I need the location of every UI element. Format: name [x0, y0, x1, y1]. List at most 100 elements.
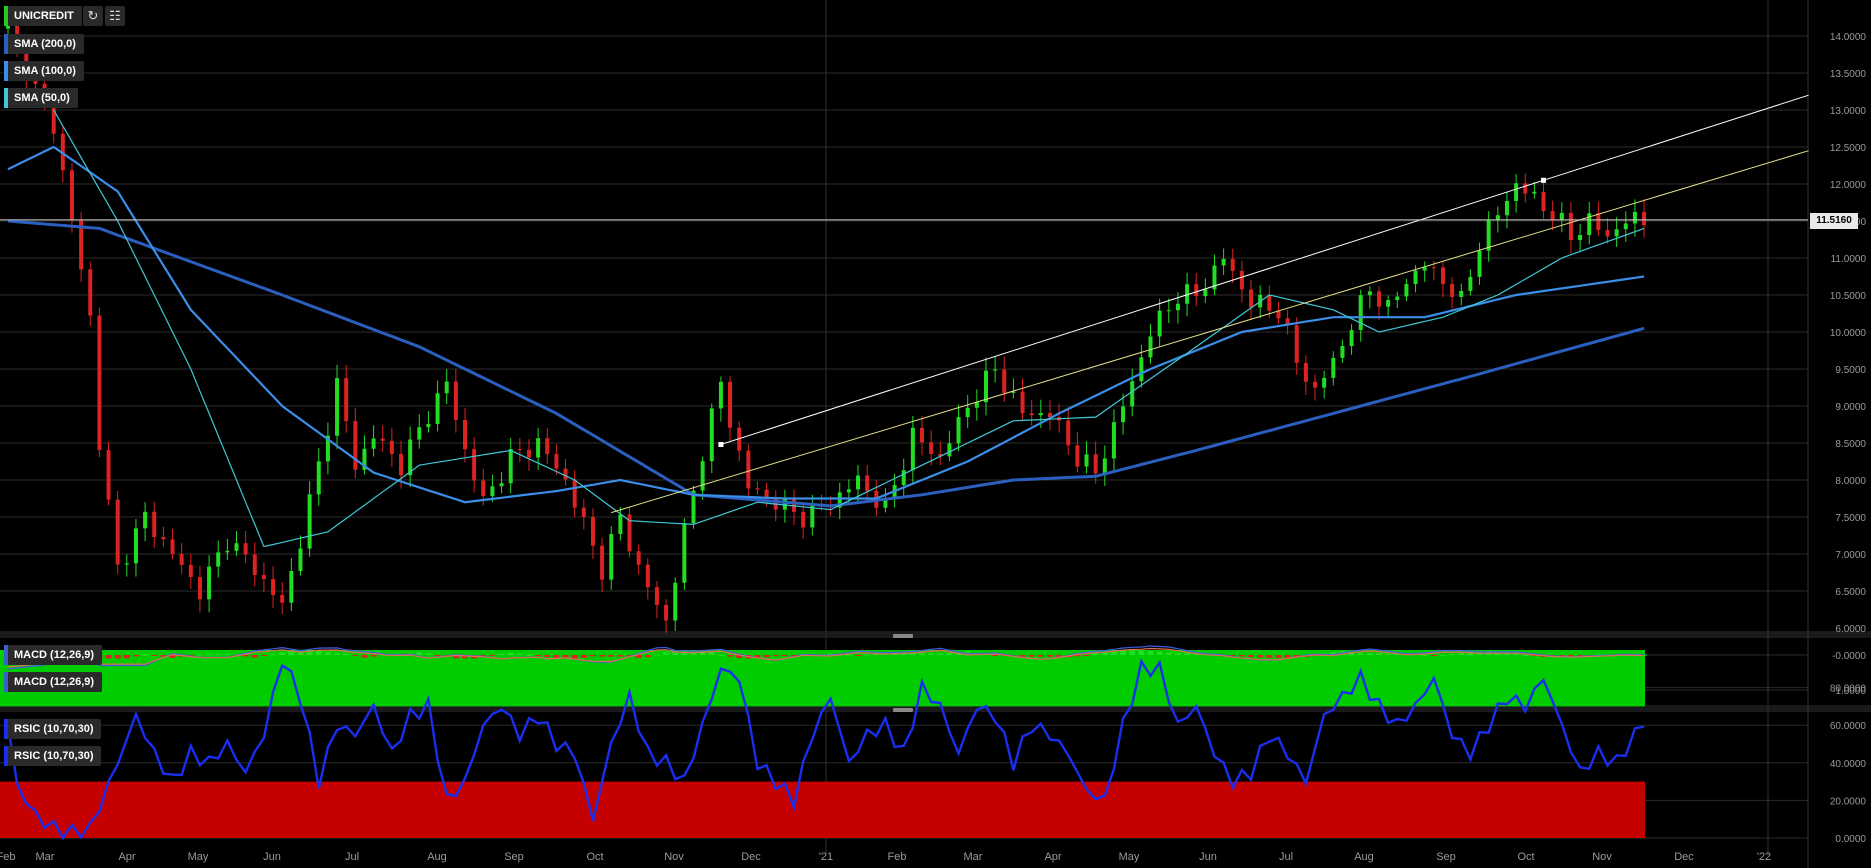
- rsic2-text: RSIC (10,70,30): [14, 750, 94, 762]
- macd1-text: MACD (12,26,9): [14, 649, 95, 661]
- chart-canvas[interactable]: 6.0000 6.5000 7.0000 7.5000 8.0000 8.5000 9.00…: [0, 0, 1871, 868]
- candle-body: [1523, 183, 1528, 194]
- macd-histogram-bar: [1165, 652, 1172, 655]
- macd2-color-bar: [4, 672, 8, 692]
- macd-histogram-bar: [1229, 655, 1236, 656]
- macd-histogram-bar: [1019, 655, 1026, 657]
- time-tick-label: Jul: [1279, 851, 1293, 863]
- macd1-color-bar: [4, 645, 8, 665]
- pane-resize-handle-1[interactable]: [893, 634, 913, 638]
- macd-histogram-bar: [343, 653, 350, 655]
- time-tick-label: Feb: [0, 851, 15, 863]
- candle-body: [490, 486, 495, 497]
- price-tick-label: 6.0000: [1835, 624, 1866, 635]
- rsic-label-1[interactable]: RSIC (10,70,30): [4, 719, 102, 739]
- macd-histogram-bar: [361, 655, 368, 658]
- time-tick-label: Apr: [118, 851, 135, 863]
- rsi-overbought-zone: [0, 650, 1645, 707]
- candle-body: [1066, 420, 1071, 446]
- rsi-tick-label: 40.0000: [1830, 759, 1867, 770]
- candle-body: [947, 443, 952, 457]
- candle-body: [920, 427, 924, 443]
- candle-body: [664, 604, 669, 621]
- macd-label-1[interactable]: MACD (12,26,9): [4, 645, 103, 665]
- macd-histogram-bar: [516, 653, 523, 655]
- macd-histogram-bar: [1248, 655, 1255, 657]
- candle-body: [1367, 291, 1372, 296]
- candle-body: [33, 80, 38, 84]
- macd-label-2[interactable]: MACD (12,26,9): [4, 672, 103, 692]
- macd-histogram-bar: [864, 654, 871, 656]
- time-tick-label: May: [188, 851, 209, 863]
- sma50-label[interactable]: SMA (50,0): [4, 88, 78, 108]
- candle-body: [1495, 215, 1500, 220]
- candle-body: [1230, 258, 1235, 271]
- candle-body: [1102, 458, 1107, 474]
- macd-histogram-bar: [151, 655, 158, 656]
- rsi-tick-label: 60.0000: [1830, 721, 1867, 732]
- sma50-text: SMA (50,0): [14, 92, 70, 104]
- macd-histogram-bar: [1513, 654, 1520, 656]
- candle-body: [69, 170, 74, 220]
- candle-body: [1477, 250, 1482, 277]
- macd-histogram-bar: [196, 654, 203, 656]
- chart-settings-icon[interactable]: ☷: [105, 6, 125, 26]
- macd-histogram-bar: [1357, 653, 1364, 655]
- macd-histogram-bar: [507, 652, 514, 655]
- candle-body: [1605, 230, 1610, 237]
- candle-body: [1148, 336, 1153, 358]
- candle-body: [1486, 219, 1491, 251]
- candle-body: [526, 449, 531, 458]
- macd-histogram-bar: [1129, 650, 1136, 655]
- candle-body: [408, 439, 413, 476]
- candle-body: [572, 479, 577, 508]
- candle-body: [143, 511, 148, 529]
- candle-body: [1093, 454, 1098, 474]
- macd-histogram-bar: [352, 655, 359, 656]
- candle-body: [207, 566, 212, 600]
- candle-body: [417, 427, 422, 440]
- candle-body: [1431, 267, 1436, 269]
- rsi-oversold-zone: [0, 781, 1645, 838]
- macd-histogram-bar: [1421, 654, 1428, 656]
- candle-body: [563, 468, 568, 480]
- candle-body: [764, 489, 769, 498]
- candle-body: [1322, 377, 1327, 388]
- macd-histogram-bar: [334, 653, 341, 655]
- candle-body: [1550, 211, 1555, 220]
- candle-body: [792, 497, 797, 512]
- candle-body: [1386, 300, 1391, 307]
- candle-body: [1504, 201, 1509, 216]
- candle-body: [179, 553, 184, 565]
- trend-line: [720, 94, 1809, 445]
- trend-anchor-point: [1541, 177, 1547, 183]
- macd-histogram-bar: [1184, 653, 1191, 655]
- macd-histogram-bar: [727, 655, 734, 657]
- sma200-label[interactable]: SMA (200,0): [4, 34, 84, 54]
- refresh-icon[interactable]: ↻: [83, 6, 103, 26]
- instrument-label[interactable]: UNICREDIT: [4, 6, 82, 26]
- candle-body: [1203, 289, 1208, 297]
- candle-body: [956, 417, 961, 444]
- rsic-label-2[interactable]: RSIC (10,70,30): [4, 746, 102, 766]
- candle-body: [590, 516, 595, 546]
- macd-histogram-bar: [653, 654, 660, 656]
- time-tick-label: May: [1119, 851, 1140, 863]
- macd-histogram-bar: [1366, 653, 1373, 655]
- price-tick-label: 10.5000: [1830, 291, 1867, 302]
- candle-body: [700, 461, 705, 491]
- candle-body: [1020, 391, 1025, 414]
- macd-histogram-bar: [370, 655, 377, 657]
- macd-histogram-bar: [781, 655, 788, 656]
- candle-body: [1559, 212, 1564, 220]
- time-tick-label: Nov: [664, 851, 684, 863]
- candle-body: [728, 381, 733, 428]
- price-tick-label: 13.5000: [1830, 69, 1867, 80]
- macd-tick-label: -0.0000: [1832, 651, 1866, 662]
- price-tick-label: 9.5000: [1835, 365, 1866, 376]
- price-tick-label: 9.0000: [1835, 402, 1866, 413]
- macd-histogram-bar: [992, 655, 999, 656]
- candle-body: [216, 552, 221, 567]
- sma100-label[interactable]: SMA (100,0): [4, 61, 84, 81]
- pane-resize-handle-2[interactable]: [893, 708, 913, 712]
